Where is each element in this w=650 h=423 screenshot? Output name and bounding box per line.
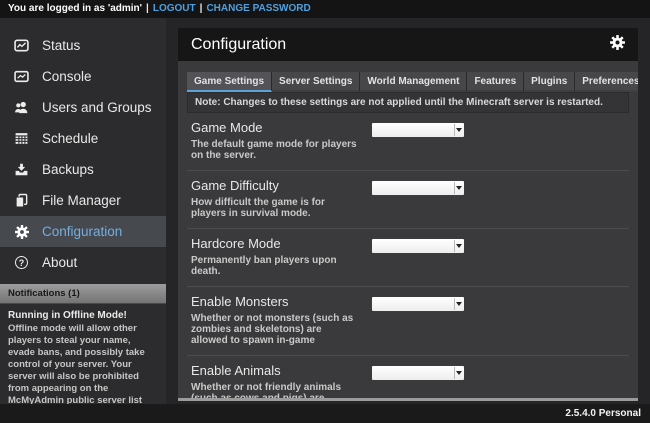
separator: | [200,3,203,14]
sidebar-item-label: Configuration [42,224,122,239]
tab-server-settings[interactable]: Server Settings [272,72,360,92]
sidebar-item-label: File Manager [42,193,121,208]
tab-bar: Game Settings Server Settings World Mana… [187,72,629,92]
notifications-header: Notifications (1) [0,284,166,304]
dropdown-arrow-icon [454,124,463,136]
setting-description: Permanently ban players upon death. [191,255,361,277]
logged-in-text: You are logged in as 'admin' [8,3,142,14]
sidebar-item-schedule[interactable]: Schedule [0,123,166,154]
tab-features[interactable]: Features [467,72,524,92]
sidebar-menu: Status Console Users and Groups Schedule [0,18,166,278]
setting-title: Game Mode [191,120,361,135]
file-manager-icon [13,192,30,209]
sidebar-item-file-manager[interactable]: File Manager [0,185,166,216]
notification-title: Running in Offline Mode! [8,310,158,322]
dropdown-arrow-icon [454,367,463,379]
sidebar-item-configuration[interactable]: Configuration [0,216,166,247]
setting-description: The default game mode for players on the… [191,139,361,161]
sidebar-item-label: Schedule [42,131,98,146]
tab-world-management[interactable]: World Management [360,72,467,92]
sidebar-item-label: About [42,255,77,270]
users-icon [13,99,30,116]
sidebar-item-label: Users and Groups [42,100,152,115]
dropdown-arrow-icon [454,182,463,194]
separator: | [146,3,149,14]
setting-description: Whether or not friendly animals (such as… [191,382,361,398]
sidebar-item-label: Console [42,69,92,84]
setting-description: Whether or not monsters (such as zombies… [191,313,361,346]
tab-plugins[interactable]: Plugins [524,72,575,92]
restart-note: Note: Changes to these settings are not … [187,92,629,113]
sidebar-item-label: Backups [42,162,94,177]
version-label: 2.5.4.0 Personal [565,408,641,419]
change-password-link[interactable]: CHANGE PASSWORD [206,3,310,14]
setting-title: Enable Animals [191,363,361,378]
question-icon: ? [13,254,30,271]
setting-title: Enable Monsters [191,294,361,309]
setting-title: Hardcore Mode [191,236,361,251]
dropdown-arrow-icon [454,240,463,252]
panel-settings-button[interactable] [609,34,626,56]
sidebar-item-backups[interactable]: Backups [0,154,166,185]
dropdown-arrow-icon [454,298,463,310]
tab-preferences[interactable]: Preferences [575,72,638,92]
sidebar-item-label: Status [42,38,80,53]
enable-animals-select[interactable] [371,365,465,381]
panel-body: Game Settings Server Settings World Mana… [178,61,638,398]
logout-link[interactable]: LOGOUT [153,3,196,14]
status-icon [13,37,30,54]
setting-title: Game Difficulty [191,178,361,193]
console-icon [13,68,30,85]
game-difficulty-select[interactable] [371,180,465,196]
setting-row-game-difficulty: Game Difficulty How difficult the game i… [187,171,629,229]
setting-row-hardcore-mode: Hardcore Mode Permanently ban players up… [187,229,629,287]
game-mode-select[interactable] [371,122,465,138]
footer-bar: 2.5.4.0 Personal [0,404,650,423]
setting-row-game-mode: Game Mode The default game mode for play… [187,113,629,171]
gear-icon [13,223,30,240]
backups-icon [13,161,30,178]
sidebar-item-about[interactable]: ? About [0,247,166,278]
sidebar: Status Console Users and Groups Schedule [0,18,166,404]
page-title: Configuration [191,36,609,54]
enable-monsters-select[interactable] [371,296,465,312]
sidebar-item-status[interactable]: Status [0,30,166,61]
panel-header: Configuration [178,28,638,61]
sidebar-item-console[interactable]: Console [0,61,166,92]
tab-game-settings[interactable]: Game Settings [187,72,272,92]
setting-description: How difficult the game is for players in… [191,197,361,219]
login-status-bar: You are logged in as 'admin'|LOGOUT|CHAN… [0,0,650,18]
setting-row-enable-monsters: Enable Monsters Whether or not monsters … [187,287,629,356]
gear-icon [609,34,626,56]
horizontal-scrollbar[interactable] [178,398,638,401]
sidebar-item-users-groups[interactable]: Users and Groups [0,92,166,123]
schedule-icon [13,130,30,147]
configuration-panel: Configuration Game Settings Server Setti… [178,28,638,401]
setting-row-enable-animals: Enable Animals Whether or not friendly a… [187,356,629,398]
hardcore-mode-select[interactable] [371,238,465,254]
